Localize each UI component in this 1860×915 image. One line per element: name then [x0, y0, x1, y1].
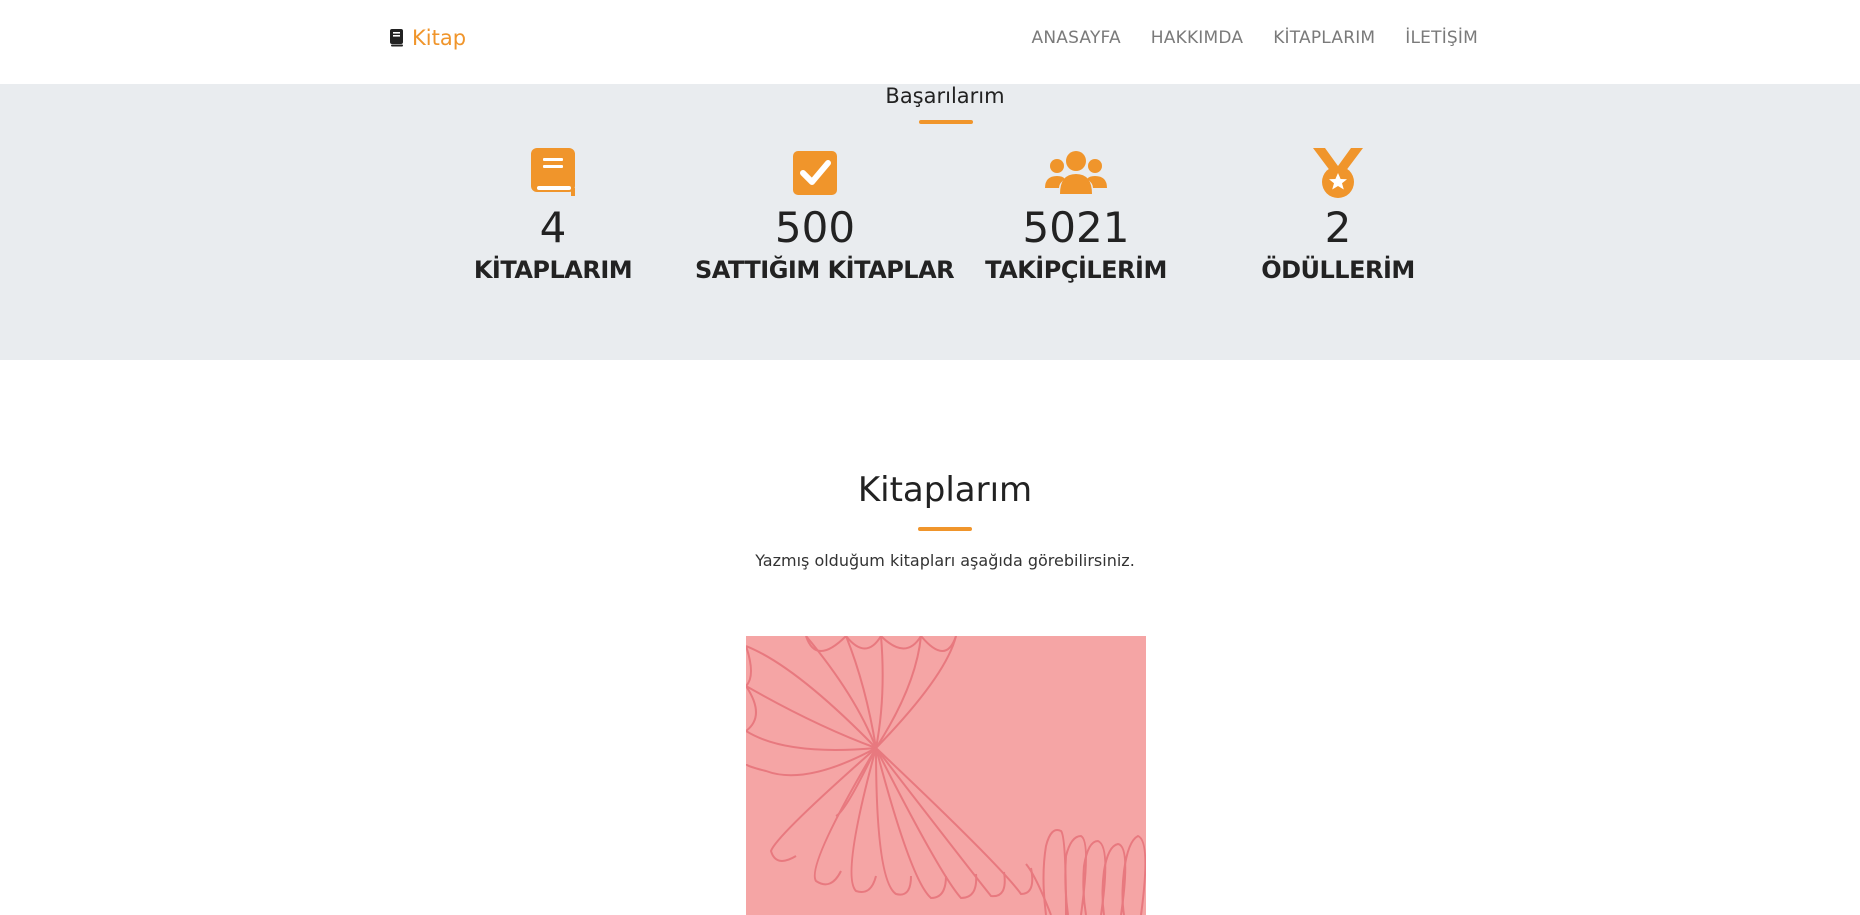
title-underline: [918, 527, 972, 531]
stat-number: 500: [774, 203, 856, 252]
stat-label: SATTIĞIM KİTAPLAR: [695, 256, 955, 284]
book-icon: [390, 29, 403, 47]
stat-sold-books: 500 SATTIĞIM KİTAPLAR: [695, 148, 955, 284]
stat-awards: 2 ÖDÜLLERİM: [1218, 148, 1458, 284]
book-icon: [531, 148, 575, 196]
stat-label: TAKİPÇİLERİM: [985, 256, 1167, 284]
book-cover[interactable]: [746, 636, 1146, 915]
books-title: Kitaplarım: [857, 470, 1033, 510]
nav-menu: ANASAYFA HAKKIMDA KİTAPLARIM İLETİŞİM: [1032, 28, 1478, 48]
books-description: Yazmış olduğum kitapları aşağıda görebil…: [755, 551, 1135, 570]
stat-followers: 5021 TAKİPÇİLERİM: [956, 148, 1196, 284]
medal-icon: [1313, 148, 1363, 198]
nav-link-kitaplarim[interactable]: KİTAPLARIM: [1273, 28, 1375, 48]
nav-link-iletisim[interactable]: İLETİŞİM: [1405, 28, 1478, 48]
check-square-icon: [793, 151, 837, 195]
nav-link-anasayfa[interactable]: ANASAYFA: [1032, 28, 1121, 48]
stat-number: 4: [539, 203, 567, 252]
navbar: Kitap ANASAYFA HAKKIMDA KİTAPLARIM İLETİ…: [0, 0, 1860, 84]
stat-label: KİTAPLARIM: [473, 256, 633, 284]
users-icon: [1045, 151, 1107, 194]
achievements-section: Başarılarım 4 KİTAPLARIM 500 SATTIĞIM Kİ…: [0, 84, 1860, 360]
book-cover-image: [746, 636, 1146, 915]
brand-link[interactable]: Kitap: [390, 26, 466, 50]
title-underline: [919, 120, 973, 124]
stat-label: ÖDÜLLERİM: [1261, 256, 1415, 284]
brand-label: Kitap: [412, 26, 467, 50]
stat-number: 5021: [1022, 203, 1130, 252]
nav-link-hakkimda[interactable]: HAKKIMDA: [1151, 28, 1243, 48]
stat-books: 4 KİTAPLARIM: [433, 148, 673, 284]
achievements-title: Başarılarım: [885, 84, 1005, 108]
stat-number: 2: [1324, 203, 1352, 252]
